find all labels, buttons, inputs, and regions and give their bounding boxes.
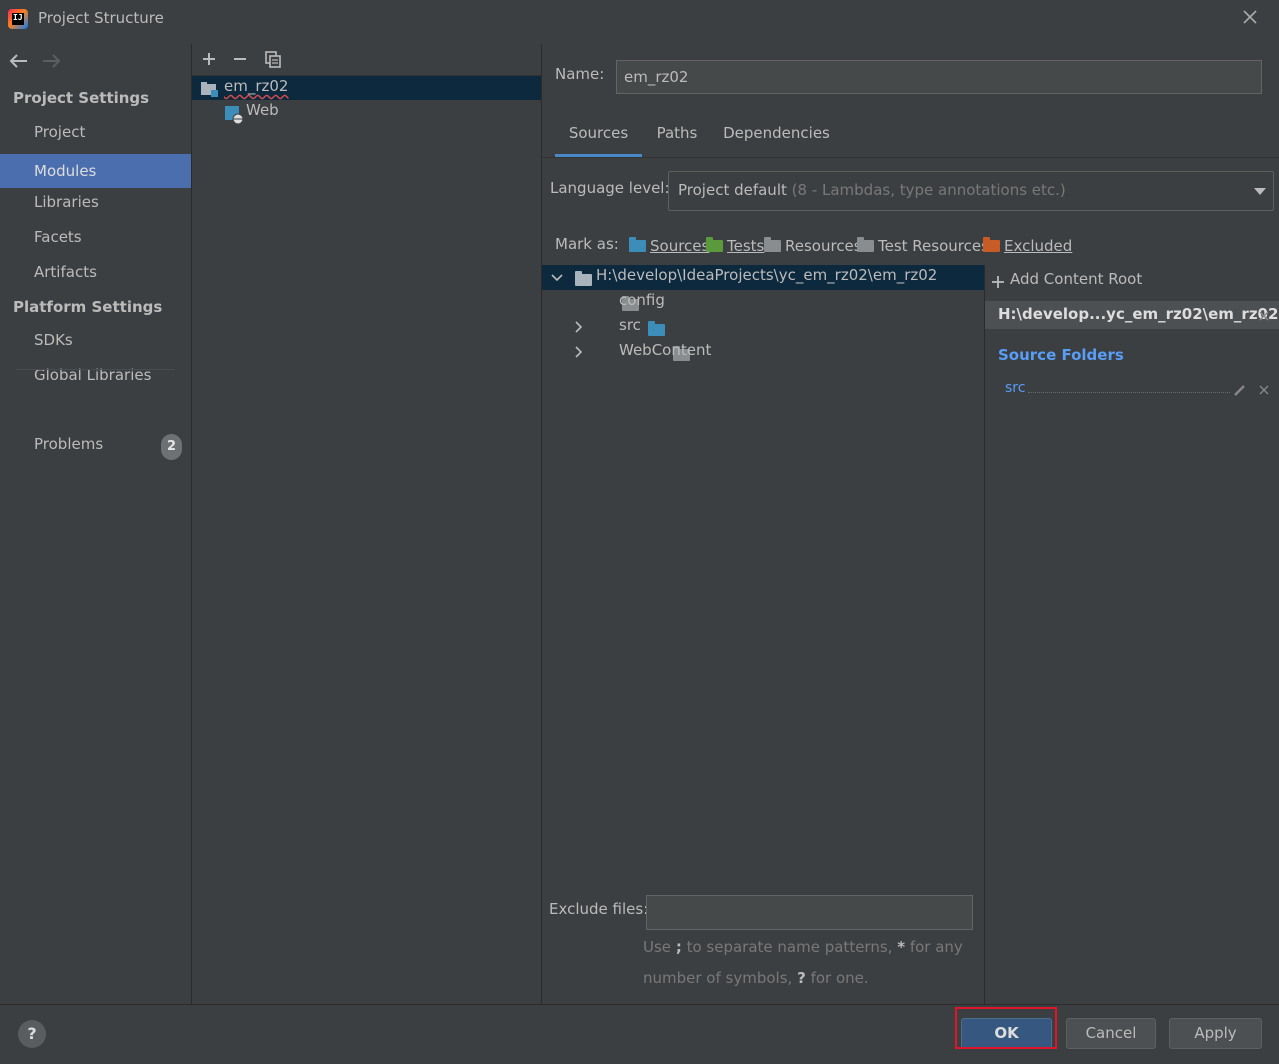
hint-star: * — [897, 938, 906, 956]
language-level-value: Project default — [678, 181, 787, 199]
module-name-input[interactable]: em_rz02 — [616, 60, 1262, 94]
content-roots-panel — [985, 265, 1279, 1005]
src-folder-icon — [647, 321, 665, 336]
source-folders-title: Source Folders — [998, 346, 1124, 364]
source-folder-src[interactable]: src — [1005, 380, 1025, 396]
add-content-root-button[interactable]: Add Content Root — [1010, 270, 1142, 288]
tree-item-webcontent[interactable]: WebContent — [619, 341, 711, 359]
close-icon[interactable] — [1240, 7, 1260, 27]
cancel-button[interactable]: Cancel — [1066, 1018, 1156, 1049]
app-icon-text: IJ — [13, 13, 23, 22]
sources-folder-icon — [629, 237, 646, 252]
web-facet-label[interactable]: Web — [246, 101, 279, 119]
hint-text: number of symbols, — [643, 969, 793, 987]
remove-source-icon[interactable] — [1259, 385, 1269, 395]
modules-panel: em_rz02 Web — [192, 44, 542, 1004]
tree-item-config[interactable]: config — [619, 291, 665, 309]
apply-button[interactable]: Apply — [1169, 1018, 1262, 1049]
help-button[interactable]: ? — [18, 1020, 46, 1048]
language-level-label: Language level: — [550, 179, 670, 197]
mark-as-sources-label: Sources — [650, 237, 710, 255]
window-title: Project Structure — [38, 9, 164, 27]
chevron-right-icon[interactable] — [573, 320, 585, 334]
content-root-path[interactable]: H:\develop\IdeaProjects\yc_em_rz02\em_rz… — [596, 266, 937, 284]
hint-text: to separate name patterns, — [686, 938, 893, 956]
sidebar-item-modules[interactable]: Modules — [0, 154, 191, 188]
sidebar-item-global-libraries[interactable]: Global Libraries — [0, 358, 191, 392]
mark-as-test-resources-label: Test Resources — [878, 237, 989, 255]
chevron-down-icon[interactable] — [550, 272, 564, 284]
modules-toolbar — [192, 44, 541, 76]
copy-icon[interactable] — [263, 49, 283, 69]
web-facet-icon — [225, 106, 243, 124]
mark-as-test-resources-button[interactable]: Test Resources — [857, 236, 989, 256]
intellij-app-icon: IJ — [8, 9, 28, 29]
hint-semicolon: ; — [675, 938, 682, 956]
plus-icon[interactable] — [199, 49, 219, 69]
sidebar-item-artifacts[interactable]: Artifacts — [0, 255, 191, 289]
back-arrow-icon[interactable] — [8, 52, 30, 70]
tab-dependencies[interactable]: Dependencies — [720, 113, 833, 157]
exclude-files-label: Exclude files: — [549, 900, 649, 918]
mark-as-tests-label: Tests — [727, 237, 765, 255]
exclude-hint-line2: number of symbols, ? for one. — [643, 969, 869, 987]
language-level-select[interactable]: Project default (8 - Lambdas, type annot… — [668, 171, 1274, 211]
plus-icon[interactable] — [991, 275, 1005, 289]
remove-root-icon[interactable] — [1259, 311, 1269, 321]
mark-as-resources-label: Resources — [785, 237, 862, 255]
project-settings-heading: Project Settings — [13, 89, 150, 107]
sidebar-item-project[interactable]: Project — [0, 115, 191, 149]
name-label: Name: — [555, 65, 605, 83]
root-folder-icon — [575, 271, 592, 286]
mark-as-sources-button[interactable]: Sources — [629, 236, 709, 256]
edit-pencil-icon[interactable] — [1233, 383, 1247, 397]
module-name[interactable]: em_rz02 — [224, 77, 288, 95]
content-tree — [542, 265, 985, 1005]
sidebar-divider — [16, 369, 174, 370]
source-folder-dotted-leader — [1028, 392, 1230, 393]
sidebar-item-libraries[interactable]: Libraries — [0, 185, 191, 219]
exclude-files-input[interactable] — [646, 895, 973, 930]
ok-highlight-outline — [955, 1007, 1057, 1049]
problems-count-badge: 2 — [161, 434, 182, 460]
platform-settings-heading: Platform Settings — [13, 298, 163, 316]
forward-arrow-icon[interactable] — [40, 52, 62, 70]
content-root-header-path: H:\develop...yc_em_rz02\em_rz02 — [998, 305, 1279, 323]
module-folder-icon — [201, 82, 218, 97]
mark-as-excluded-button[interactable]: Excluded — [983, 236, 1072, 256]
tab-sources[interactable]: Sources — [555, 113, 642, 157]
language-level-hint: (8 - Lambdas, type annotations etc.) — [791, 181, 1066, 199]
tree-item-src[interactable]: src — [619, 316, 641, 334]
tabs-divider — [542, 157, 1279, 158]
minus-icon[interactable] — [230, 49, 250, 69]
tab-paths[interactable]: Paths — [650, 113, 704, 157]
mark-as-tests-button[interactable]: Tests — [706, 236, 764, 256]
test-resources-folder-icon — [857, 237, 874, 252]
sidebar-item-sdks[interactable]: SDKs — [0, 323, 191, 357]
chevron-down-icon[interactable] — [1253, 186, 1267, 196]
chevron-right-icon[interactable] — [573, 345, 585, 359]
hint-question: ? — [797, 969, 806, 987]
title-bar — [0, 0, 1279, 38]
sidebar-item-facets[interactable]: Facets — [0, 220, 191, 254]
hint-text: Use — [643, 938, 672, 956]
hint-text: for any — [909, 938, 963, 956]
exclude-hint-line1: Use ; to separate name patterns, * for a… — [643, 938, 963, 956]
resources-folder-icon — [764, 237, 781, 252]
excluded-folder-icon — [983, 237, 1000, 252]
mark-as-resources-button[interactable]: Resources — [764, 236, 862, 256]
hint-text: for one. — [810, 969, 869, 987]
mark-as-label: Mark as: — [555, 235, 619, 253]
tests-folder-icon — [706, 237, 723, 252]
mark-as-excluded-label: Excluded — [1004, 237, 1073, 255]
